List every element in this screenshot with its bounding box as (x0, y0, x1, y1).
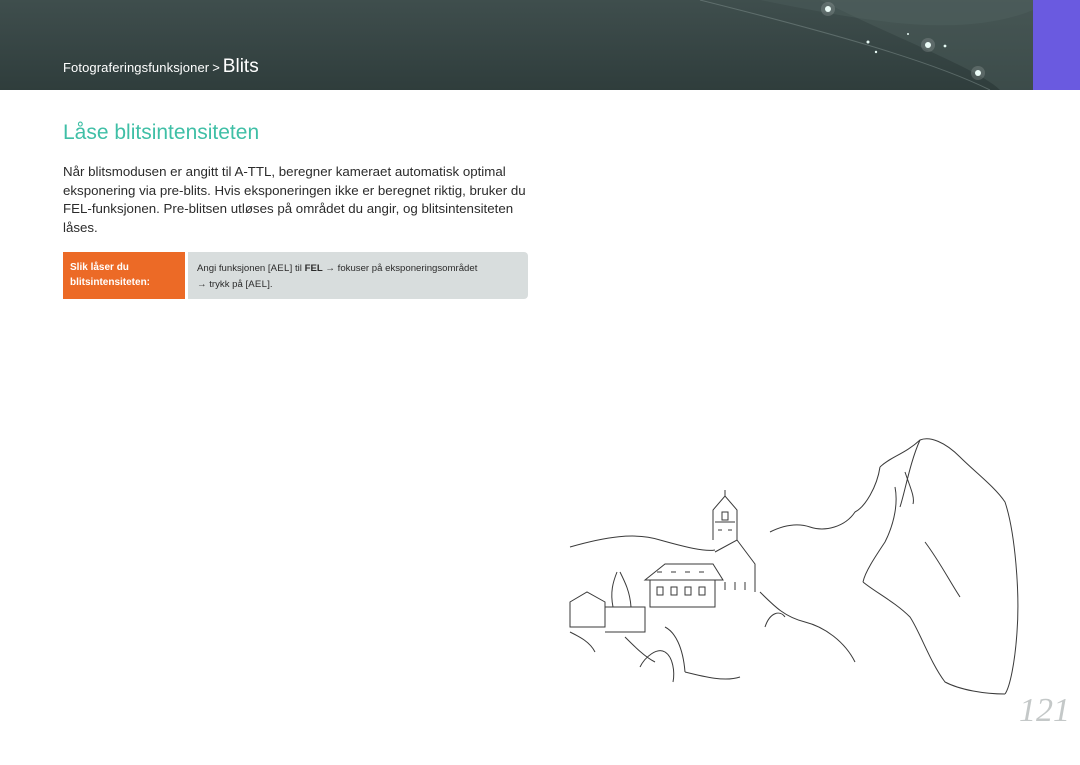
chapter-side-tab[interactable] (1033, 0, 1080, 90)
ael-key-icon: AEL (248, 278, 268, 290)
step1-suffix: fokuser på eksponeringsområdet (334, 263, 478, 274)
body-paragraph: Når blitsmodusen er angitt til A-TTL, be… (63, 164, 526, 236)
procedure-box: Slik låser du blitsintensiteten: Angi fu… (63, 252, 528, 299)
procedure-step-1: Angi funksjonen [AEL] til FEL → fokuser … (197, 261, 528, 277)
arrow-right-icon: → (325, 263, 335, 274)
procedure-label-line1: Slik låser du (70, 262, 129, 273)
step1-fel: FEL (304, 263, 323, 274)
header-banner: Fotograferingsfunksjoner > Blits (0, 0, 1033, 90)
breadcrumb-separator: > (212, 60, 220, 75)
breadcrumb: Fotograferingsfunksjoner > Blits (63, 56, 259, 78)
arrow-right-icon: → (197, 278, 207, 290)
page-title: Låse blitsintensiteten (63, 121, 260, 144)
step2-prefix: trykk på [ (206, 278, 249, 290)
procedure-step-2: → trykk på [AEL]. (197, 277, 528, 293)
village-illustration (569, 438, 1019, 695)
step2-suffix: ]. (267, 278, 273, 290)
breadcrumb-current: Blits (222, 56, 259, 77)
procedure-label-line2: blitsintensiteten: (70, 277, 151, 288)
ael-key-icon: AEL (270, 263, 290, 274)
breadcrumb-parent[interactable]: Fotograferingsfunksjoner (63, 60, 209, 75)
procedure-steps: Angi funksjonen [AEL] til FEL → fokuser … (188, 252, 528, 299)
page-number: 121 (1019, 692, 1070, 729)
step1-prefix: Angi funksjonen [ (197, 263, 271, 274)
step1-mid: ] til (289, 263, 305, 274)
procedure-label: Slik låser du blitsintensiteten: (63, 252, 185, 299)
